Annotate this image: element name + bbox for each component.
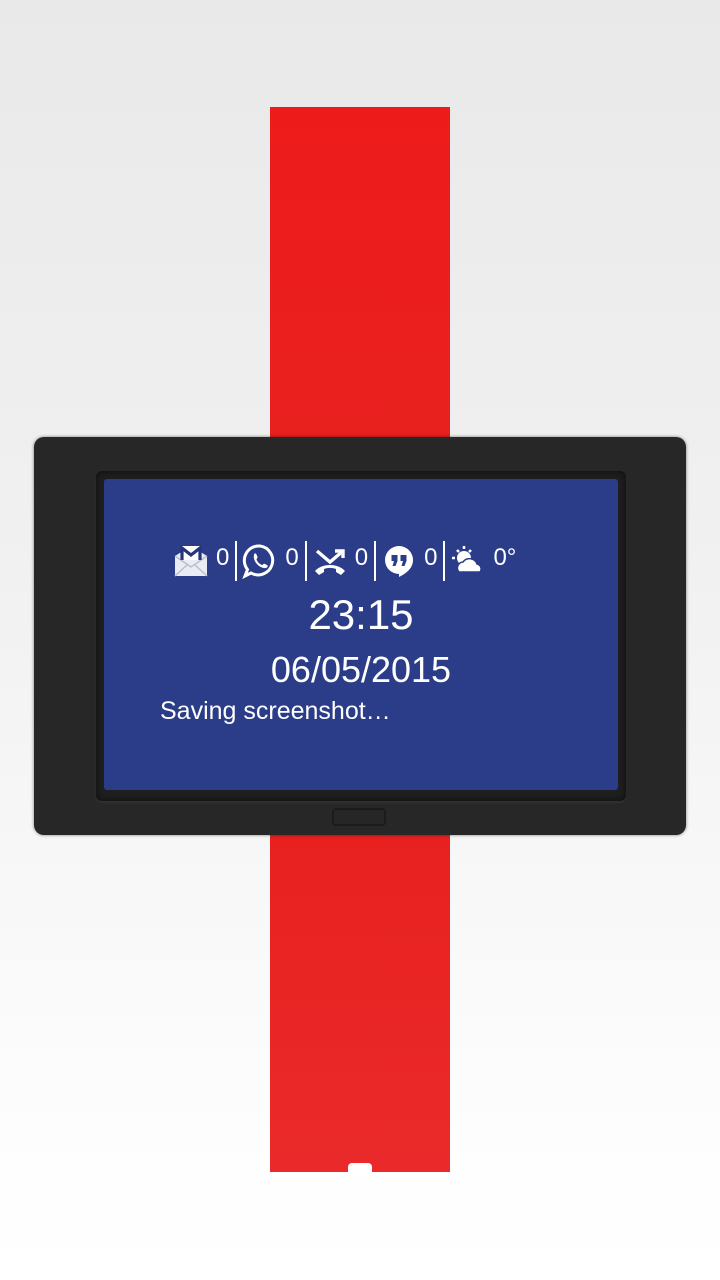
whatsapp-icon — [241, 542, 279, 580]
missed-call-icon — [311, 542, 349, 580]
missed-call-count: 0 — [354, 544, 369, 571]
weather-status[interactable]: 0° — [449, 539, 516, 583]
watch-date: 06/05/2015 — [270, 649, 452, 690]
weather-icon — [449, 542, 487, 580]
hangouts-count: 0 — [424, 544, 438, 571]
notification-text: Saving screenshot… — [160, 697, 391, 725]
notification-status-row: 0 0 0 0 0° — [172, 539, 516, 583]
watch-time: 23:15 — [308, 591, 414, 638]
temperature-value: 0° — [493, 544, 517, 571]
separator — [235, 541, 238, 581]
watch-screen[interactable]: 0 0 0 0 0° 23:15 06/05/2015 Saving scree… — [104, 479, 618, 790]
whatsapp-count: 0 — [285, 544, 299, 571]
separator — [304, 541, 307, 581]
gmail-icon — [172, 542, 210, 580]
hangouts-status[interactable]: 0 — [380, 539, 437, 583]
watch-home-button[interactable] — [332, 808, 386, 826]
watch-strap-bottom — [270, 832, 450, 1172]
strap-buckle-hole — [348, 1163, 372, 1175]
watch-strap-top — [270, 107, 450, 442]
hangouts-icon — [380, 542, 418, 580]
gmail-status[interactable]: 0 — [172, 539, 229, 583]
missed-call-status[interactable]: 0 — [311, 539, 368, 583]
gmail-count: 0 — [216, 544, 230, 571]
whatsapp-status[interactable]: 0 — [241, 539, 299, 583]
separator — [443, 541, 446, 581]
watch-case: 0 0 0 0 0° 23:15 06/05/2015 Saving scree… — [34, 437, 686, 835]
separator — [374, 541, 377, 581]
